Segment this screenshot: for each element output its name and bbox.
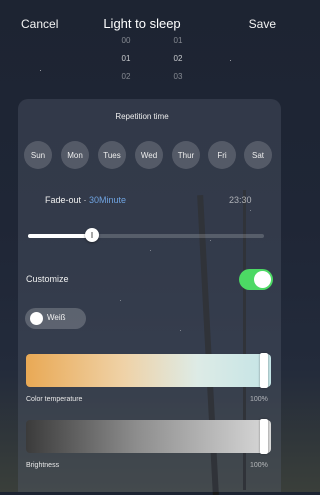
fade-out-text: Fade-out · xyxy=(45,195,90,205)
day-mon-button[interactable]: Mon xyxy=(61,141,89,169)
customize-toggle[interactable] xyxy=(239,269,273,290)
fade-out-label: Fade-out · 30Minute xyxy=(45,195,126,205)
hour-option[interactable]: 00 xyxy=(111,36,141,46)
color-preset-chip[interactable]: Weiß xyxy=(25,308,86,329)
minute-option[interactable]: 03 xyxy=(163,72,193,82)
color-temperature-slider[interactable] xyxy=(26,354,271,387)
customize-label: Customize xyxy=(26,274,69,284)
repetition-title: Repetition time xyxy=(115,112,169,121)
page-title: Light to sleep xyxy=(103,16,181,31)
fade-out-value[interactable]: 30Minute xyxy=(89,195,126,205)
color-preset-label: Weiß xyxy=(47,313,66,322)
fade-out-time: 23:30 xyxy=(229,195,252,205)
time-picker[interactable]: 00 01 02 01 02 03 xyxy=(0,36,284,88)
day-wed-button[interactable]: Wed xyxy=(135,141,163,169)
color-temperature-label: Color temperature xyxy=(26,396,83,403)
brightness-value: 100% xyxy=(250,462,268,469)
color-temperature-value: 100% xyxy=(250,396,268,403)
minute-wheel[interactable]: 01 02 03 xyxy=(163,36,193,82)
save-button[interactable]: Save xyxy=(249,17,276,31)
day-sat-button[interactable]: Sat xyxy=(244,141,272,169)
toggle-knob xyxy=(254,271,271,288)
day-tues-button[interactable]: Tues xyxy=(98,141,126,169)
fade-out-slider-fill xyxy=(28,234,92,238)
day-thur-button[interactable]: Thur xyxy=(172,141,200,169)
color-temperature-handle[interactable] xyxy=(260,353,268,388)
fade-out-slider-handle[interactable] xyxy=(85,228,99,242)
white-color-dot-icon xyxy=(30,312,43,325)
hour-wheel[interactable]: 00 01 02 xyxy=(111,36,141,82)
brightness-handle[interactable] xyxy=(260,419,268,454)
brightness-label: Brightness xyxy=(26,462,60,469)
hour-option[interactable]: 01 xyxy=(111,54,141,64)
minute-option[interactable]: 01 xyxy=(163,36,193,46)
minute-option[interactable]: 02 xyxy=(163,54,193,64)
day-fri-button[interactable]: Fri xyxy=(208,141,236,169)
day-sun-button[interactable]: Sun xyxy=(24,141,52,169)
brightness-slider[interactable] xyxy=(26,420,271,453)
hour-option[interactable]: 02 xyxy=(111,72,141,82)
